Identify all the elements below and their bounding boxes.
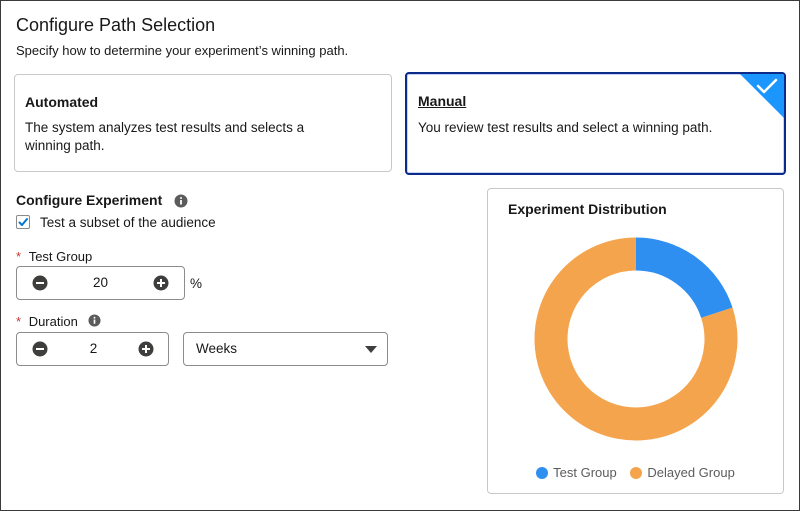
legend-swatch [536,467,549,479]
duration-unit-select[interactable]: Weeks [183,332,388,366]
duration-value[interactable]: 2 [57,333,130,365]
manual-option-description: You review test results and select a win… [418,120,713,135]
manual-option-card[interactable]: Manual You review test results and selec… [405,72,786,175]
manual-option-title: Manual [418,93,467,109]
test-group-stepper[interactable]: 20 [16,266,185,300]
duration-label-text: Duration [28,314,78,329]
configure-experiment-heading: Configure Experiment [16,192,163,208]
info-icon[interactable] [88,314,101,327]
plus-icon[interactable] [153,275,169,291]
duration-unit-value: Weeks [196,341,238,356]
minus-icon[interactable] [32,341,48,357]
test-group-unit: % [190,276,203,291]
distribution-donut-chart [534,237,738,441]
experiment-distribution-card: Experiment Distribution Test Group Delay… [487,188,784,494]
test-group-value[interactable]: 20 [57,267,144,299]
automated-option-description: The system analyzes test results and sel… [25,120,305,153]
automated-option-card[interactable]: Automated The system analyzes test resul… [14,74,392,172]
legend-item-delayed-group: Delayed Group [630,465,735,480]
chart-legend: Test Group Delayed Group [488,465,783,480]
subset-checkbox-label: Test a subset of the audience [40,215,216,230]
duration-label: * Duration [16,314,78,329]
automated-option-title: Automated [25,94,99,110]
plus-icon[interactable] [138,341,154,357]
caret-down-icon [365,346,377,353]
test-group-label: * Test Group [16,249,92,264]
donut-slice-test-group[interactable] [635,237,733,319]
subset-checkbox[interactable] [16,215,30,229]
page-title: Configure Path Selection [16,15,216,35]
selected-check-icon [740,74,784,118]
chart-title: Experiment Distribution [508,201,667,217]
legend-label: Test Group [553,465,617,480]
legend-swatch [630,467,643,479]
minus-icon[interactable] [32,275,48,291]
legend-item-test-group: Test Group [536,465,617,480]
checkmark-icon [18,218,28,226]
legend-label: Delayed Group [647,465,735,480]
info-icon[interactable] [174,194,188,208]
required-mark: * [16,314,22,329]
required-mark: * [16,249,22,264]
test-group-label-text: Test Group [28,249,93,264]
duration-stepper[interactable]: 2 [16,332,169,366]
page-subtitle: Specify how to determine your experiment… [16,43,349,58]
